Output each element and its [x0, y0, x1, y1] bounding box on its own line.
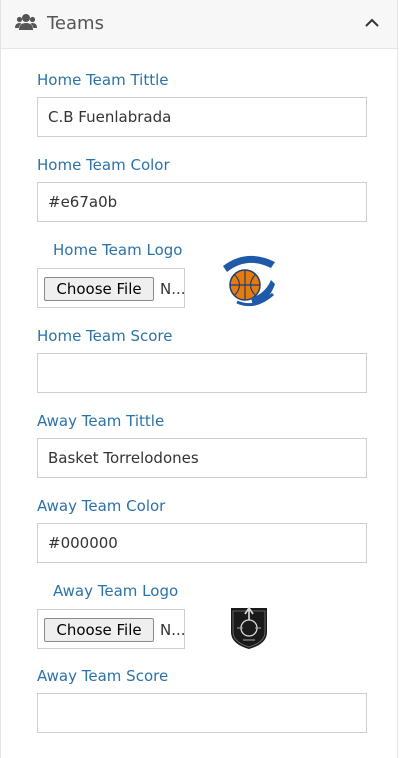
- users-icon: [15, 14, 37, 30]
- home-file-status: N...: [160, 280, 186, 298]
- away-team-logo: [231, 606, 267, 649]
- home-team-score-input[interactable]: [37, 353, 367, 393]
- away-team-score-input[interactable]: [37, 693, 367, 733]
- away-team-score-label: Away Team Score: [37, 667, 169, 685]
- away-team-color-input[interactable]: [37, 523, 367, 563]
- away-team-color-label: Away Team Color: [37, 497, 166, 515]
- home-team-color-label: Home Team Color: [37, 156, 170, 174]
- home-team-title-label: Home Team Tittle: [37, 71, 169, 89]
- away-choose-file-button[interactable]: Choose File: [44, 618, 154, 642]
- home-team-logo: [223, 255, 275, 307]
- away-team-title-label: Away Team Tittle: [37, 412, 165, 430]
- home-team-logo-label: Home Team Logo: [53, 241, 183, 259]
- home-choose-file-button[interactable]: Choose File: [44, 277, 154, 301]
- home-team-title-input[interactable]: [37, 97, 367, 137]
- home-team-logo-file-input[interactable]: Choose File N...: [37, 268, 186, 308]
- home-team-color-input[interactable]: [37, 182, 367, 222]
- away-team-title-input[interactable]: [37, 438, 367, 478]
- teams-panel: Teams Home Team Tittle Home Team Color H…: [0, 0, 398, 758]
- panel-title: Teams: [47, 13, 104, 34]
- away-team-logo-label: Away Team Logo: [53, 582, 179, 600]
- chevron-up-icon[interactable]: [361, 12, 383, 34]
- home-team-score-label: Home Team Score: [37, 327, 173, 345]
- panel-header[interactable]: Teams: [1, 0, 397, 49]
- away-team-logo-file-input[interactable]: Choose File N...: [37, 609, 186, 649]
- away-file-status: N...: [160, 621, 186, 639]
